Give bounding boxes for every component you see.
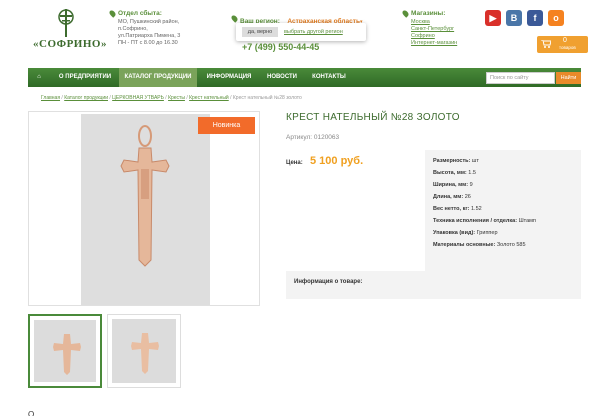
property-row: Упаковка (вид): Гриппер — [433, 230, 498, 236]
sales-title: Отдел сбыта: — [118, 10, 162, 18]
thumbnail[interactable] — [28, 314, 102, 388]
page: «СОФРИНО» Отдел сбыта: МО, Пушкинский ра… — [0, 0, 600, 416]
store-link[interactable]: Софрино — [411, 33, 457, 40]
location-pin-icon — [230, 14, 239, 24]
product-info-box: Информация о товаре: — [286, 271, 581, 299]
price-value: 5 100 руб. — [310, 155, 364, 167]
product-gallery — [28, 111, 260, 306]
breadcrumb-link[interactable]: Кресты — [168, 95, 185, 101]
store-link[interactable]: Интернет-магазин — [411, 40, 457, 47]
vk-icon[interactable]: В — [506, 10, 522, 26]
sales-line: ул.Патриарха Пимена, 3 — [118, 33, 181, 40]
sales-line: МО, Пушкинский район, — [118, 19, 180, 26]
location-pin-icon — [401, 9, 410, 18]
breadcrumb: Главная / Каталог продукции / ЦЕРКОВНАЯ … — [41, 95, 302, 101]
breadcrumb-link[interactable]: Каталог продукции — [64, 95, 108, 101]
logo-text[interactable]: «СОФРИНО» — [33, 38, 107, 50]
new-badge: Новинка — [198, 117, 255, 134]
sales-line: п.Софрино, — [118, 26, 148, 33]
logo-cross-icon[interactable] — [55, 8, 77, 38]
store-link[interactable]: Санкт-Петербург — [411, 26, 457, 33]
property-row: Высота, мм: 1.5 — [433, 170, 476, 176]
cart-button[interactable]: 0 товаров — [537, 36, 588, 53]
thumbnail[interactable] — [107, 314, 181, 388]
product-photo[interactable] — [81, 114, 210, 305]
product-title: КРЕСТ НАТЕЛЬНЫЙ №28 ЗОЛОТО — [286, 112, 460, 123]
nav-item-news[interactable]: НОВОСТИ — [260, 68, 304, 87]
breadcrumb-current: Крест нательный №28 золото — [232, 95, 302, 101]
cart-count: 0 — [563, 37, 567, 44]
sales-block: Отдел сбыта: МО, Пушкинский район, п.Соф… — [108, 9, 181, 47]
breadcrumb-link[interactable]: Главная — [41, 95, 60, 101]
nav-item-contacts[interactable]: КОНТАКТЫ — [306, 68, 352, 87]
property-row: Вес нетто, кг: 1.52 — [433, 206, 482, 212]
property-row: Материалы основные: Золото 585 — [433, 242, 526, 248]
property-row: Размерность: шт — [433, 158, 479, 164]
product-sku: Артикул: 0120063 — [286, 134, 340, 141]
location-pin-icon — [108, 9, 117, 18]
nav-item-catalog[interactable]: КАТАЛОГ ПРОДУКЦИИ — [119, 68, 197, 87]
property-row: Ширина, мм: 9 — [433, 182, 473, 188]
region-confirm-popup: да, верно выбрать другой регион — [236, 23, 366, 41]
section-heading: О — [28, 410, 35, 416]
breadcrumb-link[interactable]: ЦЕРКОВНАЯ УТВАРЬ — [112, 95, 164, 101]
info-title: Информация о товаре: — [294, 279, 363, 285]
stores-block: Магазины: Москва Санкт-Петербург Софрино… — [401, 9, 457, 47]
price-label: Цена: — [286, 160, 303, 166]
stores-title: Магазины: — [411, 10, 446, 18]
property-row: Техника исполнения / отделка: Штамп — [433, 218, 536, 224]
cart-icon — [541, 40, 551, 48]
search-input[interactable]: Поиск по сайту — [486, 72, 555, 84]
cross-thumb-icon — [131, 333, 159, 374]
nav-item-info[interactable]: ИНФОРМАЦИЯ — [200, 68, 258, 87]
youtube-icon[interactable]: ▶ — [485, 10, 501, 26]
phone-number[interactable]: +7 (499) 550-44-45 — [242, 42, 319, 52]
cart-label: товаров — [559, 45, 576, 50]
region-confirm-button[interactable]: да, верно — [242, 27, 278, 37]
sales-hours: ПН - ПТ с 8.00 до 16.30 — [118, 40, 178, 47]
store-link[interactable]: Москва — [411, 19, 457, 26]
product-properties: Размерность: шт Высота, мм: 1.5 Ширина, … — [425, 150, 581, 282]
cross-thumb-icon — [53, 334, 81, 375]
home-icon[interactable]: ⌂ — [28, 68, 50, 87]
region-change-link[interactable]: выбрать другой регион — [284, 27, 343, 37]
odnoklassniki-icon[interactable]: о — [548, 10, 564, 26]
search-button[interactable]: Найти — [556, 72, 581, 84]
cross-image — [120, 125, 170, 267]
breadcrumb-link[interactable]: Крест нательный — [189, 95, 229, 101]
property-row: Длина, мм: 26 — [433, 194, 471, 200]
nav-item-about[interactable]: О ПРЕДПРИЯТИИ — [54, 68, 116, 87]
facebook-icon[interactable]: f — [527, 10, 543, 26]
